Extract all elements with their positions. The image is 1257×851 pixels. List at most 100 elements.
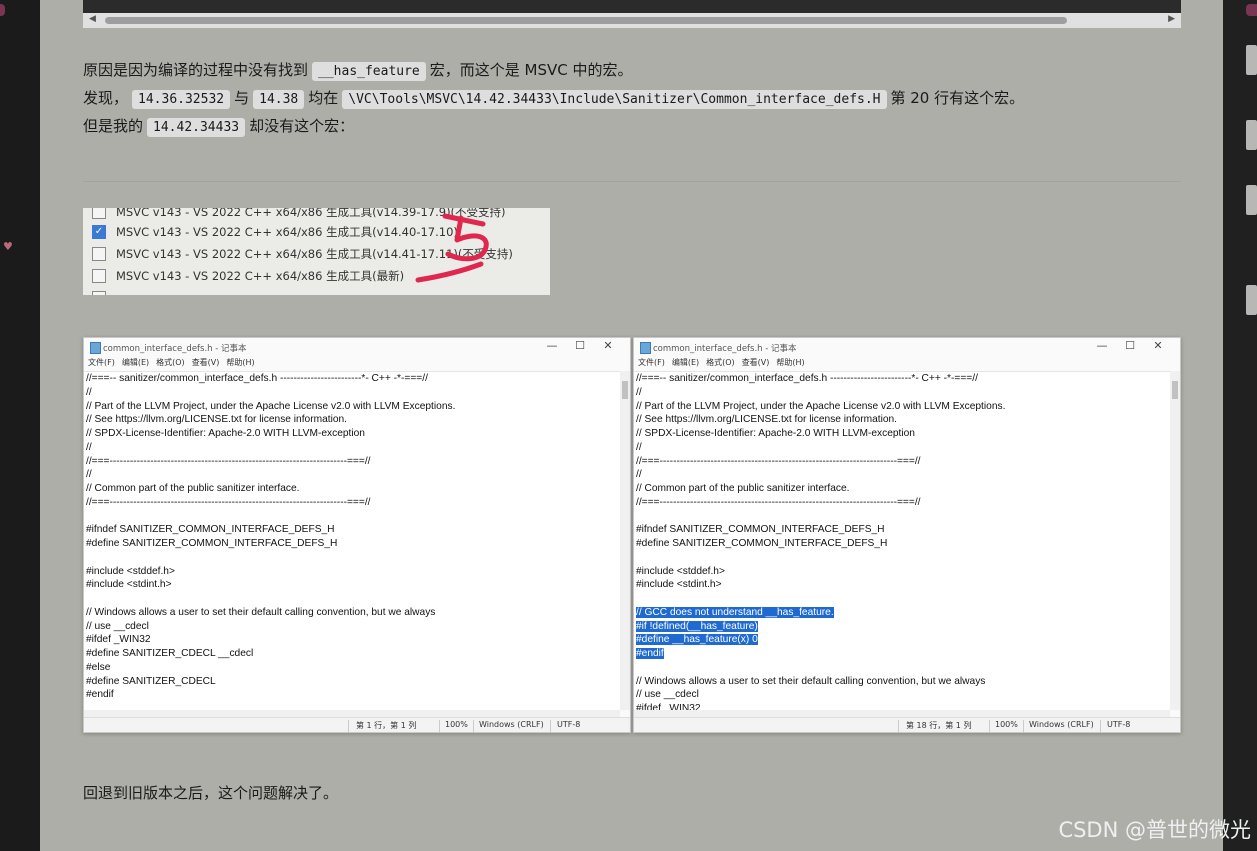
close-icon[interactable]: ✕ (1144, 339, 1172, 352)
zoom-level: 100% (995, 720, 1018, 729)
text-editor[interactable]: //===-- sanitizer/common_interface_defs.… (84, 371, 620, 711)
inline-code: \VC\Tools\MSVC\14.42.34433\Include\Sanit… (342, 90, 887, 109)
vertical-scrollbar[interactable] (620, 371, 630, 710)
menu-format[interactable]: 格式(O) (706, 358, 735, 367)
horizontal-scrollbar[interactable]: ◀ ▶ (83, 13, 1181, 28)
code-line: // (86, 386, 92, 398)
inline-code: __has_feature (312, 62, 426, 81)
code-line: // Common part of the public sanitizer i… (86, 483, 300, 494)
code-line: // See https://llvm.org/LICENSE.txt for … (86, 414, 348, 426)
menu-help[interactable]: 帮助(H) (226, 358, 254, 367)
cursor-position: 第 18 行，第 1 列 (906, 721, 972, 730)
menu-file[interactable]: 文件(F) (88, 358, 115, 367)
menu-view[interactable]: 查看(V) (742, 358, 770, 367)
text: 均在 (308, 89, 339, 107)
cursor-position: 第 1 行，第 1 列 (356, 721, 417, 730)
inline-code: 14.42.34433 (147, 118, 246, 137)
notepad-window-right: common_interface_defs.h - 记事本 — ☐ ✕ 文件(F) 编… (633, 337, 1181, 733)
menu-file[interactable]: 文件(F) (638, 358, 665, 367)
code-line: #define __has_feature(x) 0 (636, 634, 758, 646)
code-line: #include <stdint.h> (636, 579, 722, 591)
menu-edit[interactable]: 编辑(E) (122, 358, 149, 367)
side-tool-button[interactable] (1246, 45, 1257, 75)
side-tool-button[interactable] (1246, 285, 1257, 315)
code-line: #endif (636, 648, 664, 659)
code-line: #define SANITIZER_CDECL __cdecl (86, 648, 254, 659)
text: 与 (234, 89, 250, 107)
code-line: #define SANITIZER_COMMON_INTERFACE_DEFS_… (636, 538, 888, 549)
maximize-icon[interactable]: ☐ (566, 339, 594, 352)
handwritten-five-annotation (415, 213, 489, 283)
menu-bar: 文件(F) 编辑(E) 格式(O) 查看(V) 帮助(H) (638, 357, 812, 368)
encoding: UTF-8 (557, 720, 581, 729)
status-bar: 第 18 行，第 1 列 100% Windows (CRLF) UTF-8 (634, 717, 1180, 732)
code-line: // Part of the LLVM Project, under the A… (636, 400, 1006, 412)
text: 宏，而这个是 MSVC 中的宏。 (429, 61, 633, 79)
code-line: // use __cdecl (636, 689, 699, 701)
code-line: //===-----------------------------------… (86, 455, 371, 467)
line-ending: Windows (CRLF) (1029, 720, 1094, 729)
left-marker (0, 4, 5, 16)
code-line: // Part of the LLVM Project, under the A… (86, 400, 456, 412)
code-line: #include <stddef.h> (86, 565, 175, 577)
scroll-right-icon[interactable]: ▶ (1168, 14, 1175, 24)
code-line: // (86, 469, 92, 481)
menu-view[interactable]: 查看(V) (192, 358, 220, 367)
code-line: #include <stdint.h> (86, 579, 172, 591)
code-line: #include <stddef.h> (636, 565, 725, 577)
code-line: //===-- sanitizer/common_interface_defs.… (636, 373, 978, 384)
heart-icon[interactable]: ♥ (3, 240, 13, 253)
code-line: // (636, 469, 642, 481)
minimize-icon[interactable]: — (1088, 339, 1116, 352)
scrollbar-thumb[interactable] (105, 17, 1067, 24)
scrollbar-thumb[interactable] (622, 381, 628, 399)
title-bar[interactable]: common_interface_defs.h - 记事本 — ☐ ✕ (634, 338, 1180, 355)
code-line: #define SANITIZER_CDECL (86, 675, 216, 687)
line-ending: Windows (CRLF) (479, 720, 544, 729)
code-line: #endif (86, 689, 114, 701)
left-gutter: ♥ (0, 0, 40, 851)
close-icon[interactable]: ✕ (594, 339, 622, 352)
vs-installer-screenshot: MSVC v143 - VS 2022 C++ x64/x86 生成工具(v14… (83, 208, 550, 295)
menu-help[interactable]: 帮助(H) (776, 358, 804, 367)
text-editor[interactable]: //===-- sanitizer/common_interface_defs.… (634, 371, 1170, 711)
scroll-left-icon[interactable]: ◀ (89, 14, 96, 24)
inline-code: 14.36.32532 (132, 90, 231, 109)
menu-edit[interactable]: 编辑(E) (672, 358, 699, 367)
code-line: // (636, 441, 642, 453)
scrollbar-thumb[interactable] (1172, 381, 1178, 399)
side-tool-button[interactable] (1246, 185, 1257, 215)
window-title: common_interface_defs.h - 记事本 (103, 344, 247, 354)
code-line: // SPDX-License-Identifier: Apache-2.0 W… (636, 428, 915, 439)
watermark: CSDN @普世的微光 (1058, 818, 1251, 842)
window-title: common_interface_defs.h - 记事本 (653, 344, 797, 354)
maximize-icon[interactable]: ☐ (1116, 339, 1144, 352)
paragraph-found: 发现， 14.36.32532 与 14.38 均在 \VC\Tools\MSVC\14.… (83, 88, 1024, 110)
menu-bar: 文件(F) 编辑(E) 格式(O) 查看(V) 帮助(H) (88, 357, 262, 368)
code-line: //===-----------------------------------… (636, 496, 921, 508)
text: 原因是因为编译的过程中没有找到 (83, 61, 309, 79)
inline-code: 14.38 (253, 90, 305, 109)
code-line: // Windows allows a user to set their de… (636, 675, 986, 687)
side-tool-button[interactable] (1246, 120, 1257, 150)
encoding: UTF-8 (1107, 720, 1131, 729)
vertical-scrollbar[interactable] (1170, 371, 1180, 710)
code-line: //===-----------------------------------… (86, 496, 371, 508)
text: 第 20 行有这个宏。 (890, 89, 1025, 107)
title-bar[interactable]: common_interface_defs.h - 记事本 — ☐ ✕ (84, 338, 630, 355)
menu-format[interactable]: 格式(O) (156, 358, 185, 367)
status-bar: 第 1 行，第 1 列 100% Windows (CRLF) UTF-8 (84, 717, 630, 732)
code-line: // See https://llvm.org/LICENSE.txt for … (636, 414, 898, 426)
zoom-level: 100% (445, 720, 468, 729)
code-line: #define SANITIZER_COMMON_INTERFACE_DEFS_… (86, 538, 338, 549)
minimize-icon[interactable]: — (538, 339, 566, 352)
code-line: //===-- sanitizer/common_interface_defs.… (86, 373, 428, 384)
text: 却没有这个宏： (249, 117, 355, 135)
